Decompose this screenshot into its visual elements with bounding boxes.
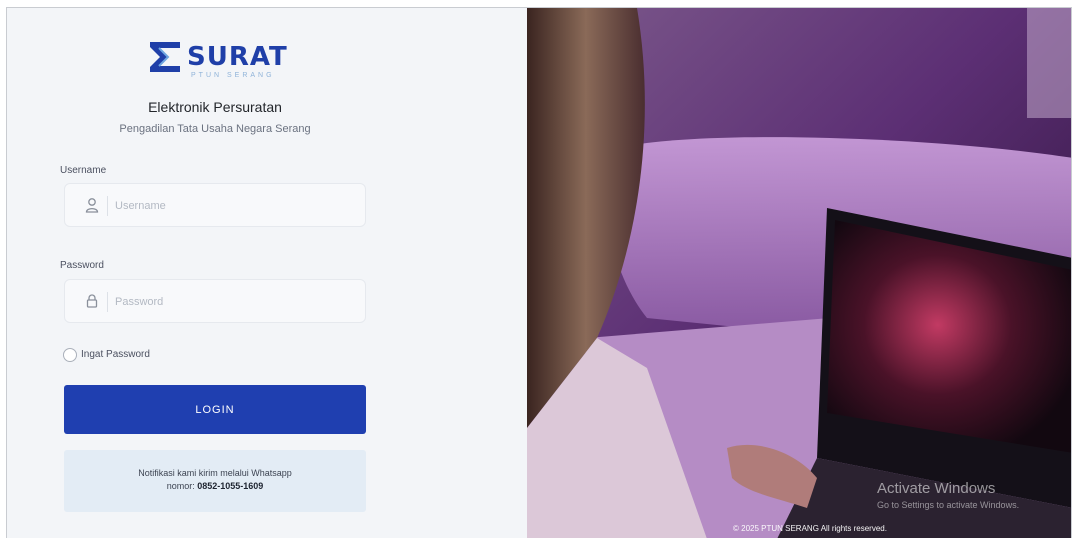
user-icon: [85, 197, 99, 213]
username-input[interactable]: [115, 194, 355, 218]
notice-phone: 0852-1055-1609: [197, 481, 264, 491]
windows-watermark: Activate Windows Go to Settings to activ…: [877, 480, 1019, 510]
brand-tagline: PTUN SERANG: [191, 72, 275, 79]
password-label: Password: [60, 260, 104, 271]
page-title: Elektronik Persuratan: [148, 99, 282, 115]
remember-checkbox[interactable]: [63, 348, 77, 362]
brand-logo: SURAT PTUN SERANG: [147, 38, 297, 84]
remember-label: Ingat Password: [81, 349, 150, 360]
whatsapp-notice: Notifikasi kami kirim melalui Whatsapp n…: [64, 450, 366, 512]
app-window: SURAT PTUN SERANG Elektronik Persuratan …: [6, 7, 1072, 538]
notice-line-1: Notifikasi kami kirim melalui Whatsapp: [138, 468, 292, 478]
sigma-logo-icon: [150, 42, 180, 72]
password-input[interactable]: [115, 290, 355, 314]
hero-image: Activate Windows Go to Settings to activ…: [527, 8, 1071, 538]
notice-line-2: nomor: 0852-1055-1609: [64, 481, 366, 491]
copyright-text: © 2025 PTUN SERANG All rights reserved.: [733, 524, 887, 533]
login-button[interactable]: LOGIN: [64, 385, 366, 434]
username-label: Username: [60, 165, 107, 176]
page-subtitle: Pengadilan Tata Usaha Negara Serang: [119, 123, 311, 135]
lock-icon: [85, 293, 99, 309]
username-field[interactable]: [64, 183, 366, 227]
field-divider: [107, 292, 108, 312]
watermark-subtitle: Go to Settings to activate Windows.: [877, 500, 1020, 510]
hero-photo: [527, 8, 1071, 538]
field-divider: [107, 196, 108, 216]
login-panel: SURAT PTUN SERANG Elektronik Persuratan …: [7, 8, 527, 538]
brand-name: SURAT: [187, 42, 288, 72]
watermark-title: Activate Windows: [877, 480, 996, 497]
password-field[interactable]: [64, 279, 366, 323]
notice-prefix: nomor:: [166, 481, 195, 491]
